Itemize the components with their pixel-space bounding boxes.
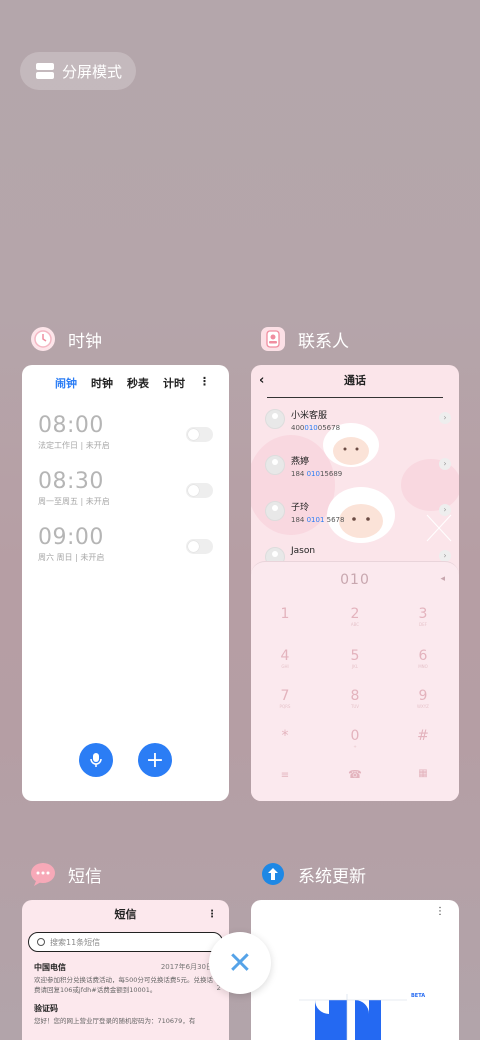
contact-row[interactable]: 小米客服 40001005678 › xyxy=(251,398,459,444)
tab-alarm[interactable]: 闹钟 xyxy=(55,375,77,391)
contact-name: 子玲 xyxy=(291,503,310,513)
delete-icon[interactable]: ◂ xyxy=(440,574,445,584)
dial-key[interactable]: 7 PQRS xyxy=(265,688,305,709)
alarm-toggle[interactable] xyxy=(186,539,213,554)
contacts-card[interactable]: ‹ 通话 小米客服 40001005678 › 燕婷 184 01015689 … xyxy=(251,365,459,801)
add-alarm-button[interactable]: + xyxy=(138,743,172,777)
miui-logo-image xyxy=(299,994,407,1040)
alarm-toggle[interactable] xyxy=(186,427,213,442)
dialpad[interactable]: 010 ◂ 1 2 ABC 3 DEF 4 GHI 5 JKL 6 MNO 7 PQRS 8… xyxy=(251,561,459,801)
contacts-header-title: 通话 xyxy=(344,374,366,387)
contacts-app-title: 联系人 xyxy=(298,331,349,352)
dial-key[interactable]: 4 GHI xyxy=(265,648,305,669)
dial-key[interactable]: * xyxy=(265,728,305,744)
clock-app-icon xyxy=(30,326,56,352)
microphone-icon xyxy=(90,753,102,767)
contact-number: 184 01015689 xyxy=(291,470,343,478)
update-app-header: 系统更新 xyxy=(260,861,366,887)
contact-name: 小米客服 xyxy=(291,411,328,421)
sms-search-placeholder: 搜索11条短信 xyxy=(50,937,101,947)
contacts-app-header: 联系人 xyxy=(260,326,349,352)
contacts-header: ‹ 通话 xyxy=(251,365,459,397)
dial-key[interactable]: 0 + xyxy=(335,728,375,749)
phone-call-icon[interactable]: ☎ xyxy=(335,768,375,781)
sms-app-title: 短信 xyxy=(68,866,102,887)
update-app-title: 系统更新 xyxy=(298,866,366,887)
contact-name: Jason xyxy=(291,546,316,556)
tab-clock[interactable]: 时钟 xyxy=(91,375,113,391)
tab-timer[interactable]: 计时 xyxy=(163,375,185,391)
alarm-item[interactable]: 08:00 法定工作日 | 未开启 xyxy=(38,413,229,469)
chevron-right-icon[interactable]: › xyxy=(439,458,451,470)
more-icon[interactable]: ⋮ xyxy=(435,906,445,917)
dial-key[interactable]: 3 DEF xyxy=(403,606,443,627)
sms-app-icon xyxy=(30,861,56,887)
split-screen-button[interactable]: 分屏模式 xyxy=(20,52,136,90)
clock-app-header: 时钟 xyxy=(30,326,102,352)
close-icon: ✕ xyxy=(227,945,253,981)
contact-number: 184 0101 5678 xyxy=(291,516,345,524)
back-icon[interactable]: ‹ xyxy=(259,365,264,397)
clock-card[interactable]: 闹钟 时钟 秒表 计时 ⋮ 08:00 法定工作日 | 未开启 08:30 周一… xyxy=(22,365,229,801)
sms-app-header: 短信 xyxy=(30,861,102,887)
message-date: 2017年6月30日 xyxy=(160,963,213,971)
dial-key[interactable]: 8 TUV xyxy=(335,688,375,709)
alarm-item[interactable]: 09:00 周六 周日 | 未开启 xyxy=(38,525,229,581)
chevron-right-icon[interactable]: › xyxy=(439,412,451,424)
close-all-button[interactable]: ✕ xyxy=(209,932,271,994)
dial-key[interactable]: 9 WXYZ xyxy=(403,688,443,709)
avatar-icon xyxy=(265,409,285,429)
more-icon[interactable]: ⋮ xyxy=(199,375,210,391)
contact-row[interactable]: 子玲 184 0101 5678 › xyxy=(251,490,459,536)
avatar-icon xyxy=(265,501,285,521)
split-screen-label: 分屏模式 xyxy=(62,62,123,81)
dial-key[interactable]: 6 MNO xyxy=(403,648,443,669)
clock-app-title: 时钟 xyxy=(68,331,102,352)
alarm-toggle[interactable] xyxy=(186,483,213,498)
contacts-app-icon xyxy=(260,326,286,352)
menu-icon[interactable]: ≡ xyxy=(265,770,305,781)
dial-key[interactable]: 1 xyxy=(265,606,305,622)
split-screen-icon xyxy=(36,63,54,79)
more-icon[interactable]: ⋮ xyxy=(207,900,217,930)
contact-row[interactable]: 燕婷 184 01015689 › xyxy=(251,444,459,490)
contact-name: 燕婷 xyxy=(291,457,310,467)
dial-key[interactable]: 5 JKL xyxy=(335,648,375,669)
dial-input: 010 xyxy=(340,572,370,588)
clock-tabs: 闹钟 时钟 秒表 计时 ⋮ xyxy=(22,365,229,391)
voice-alarm-button[interactable] xyxy=(79,743,113,777)
search-icon xyxy=(37,938,45,946)
dial-key[interactable]: 2 ABC xyxy=(335,606,375,627)
message-item[interactable]: 中国电信 2017年6月30日 欢迎参加积分兑换话费活动，每500分可兑换话费5… xyxy=(22,962,229,995)
chevron-right-icon[interactable]: › xyxy=(439,504,451,516)
update-card[interactable]: ⋮ BETA xyxy=(251,900,459,1040)
beta-label: BETA xyxy=(411,993,426,999)
plus-icon: + xyxy=(145,747,165,773)
message-item[interactable]: 验证码 您好！您的网上营业厅登录的随机密码为：710679，有 xyxy=(22,1003,229,1026)
sms-card[interactable]: 短信 ⋮ 搜索11条短信 中国电信 2017年6月30日 欢迎参加积分兑换话费活… xyxy=(22,900,229,1040)
message-preview: 您好！您的网上营业厅登录的随机密码为：710679，有 xyxy=(34,1017,196,1025)
sms-search-input[interactable]: 搜索11条短信 xyxy=(28,932,223,952)
message-preview: 欢迎参加积分兑换话费活动，每500分可兑换话费5元。兑换话费请回复106或jfd… xyxy=(34,976,214,994)
message-sender: 验证码 xyxy=(34,1004,58,1013)
dial-key[interactable]: # xyxy=(403,728,443,744)
contact-number: 40001005678 xyxy=(291,424,341,432)
sms-header: 短信 ⋮ xyxy=(22,900,229,930)
system-update-icon xyxy=(260,861,286,887)
alarm-item[interactable]: 08:30 周一至周五 | 未开启 xyxy=(38,469,229,525)
tab-stopwatch[interactable]: 秒表 xyxy=(127,375,149,391)
sms-header-title: 短信 xyxy=(114,908,137,921)
avatar-icon xyxy=(265,455,285,475)
dialpad-toggle-icon[interactable]: ▦ xyxy=(403,768,443,779)
